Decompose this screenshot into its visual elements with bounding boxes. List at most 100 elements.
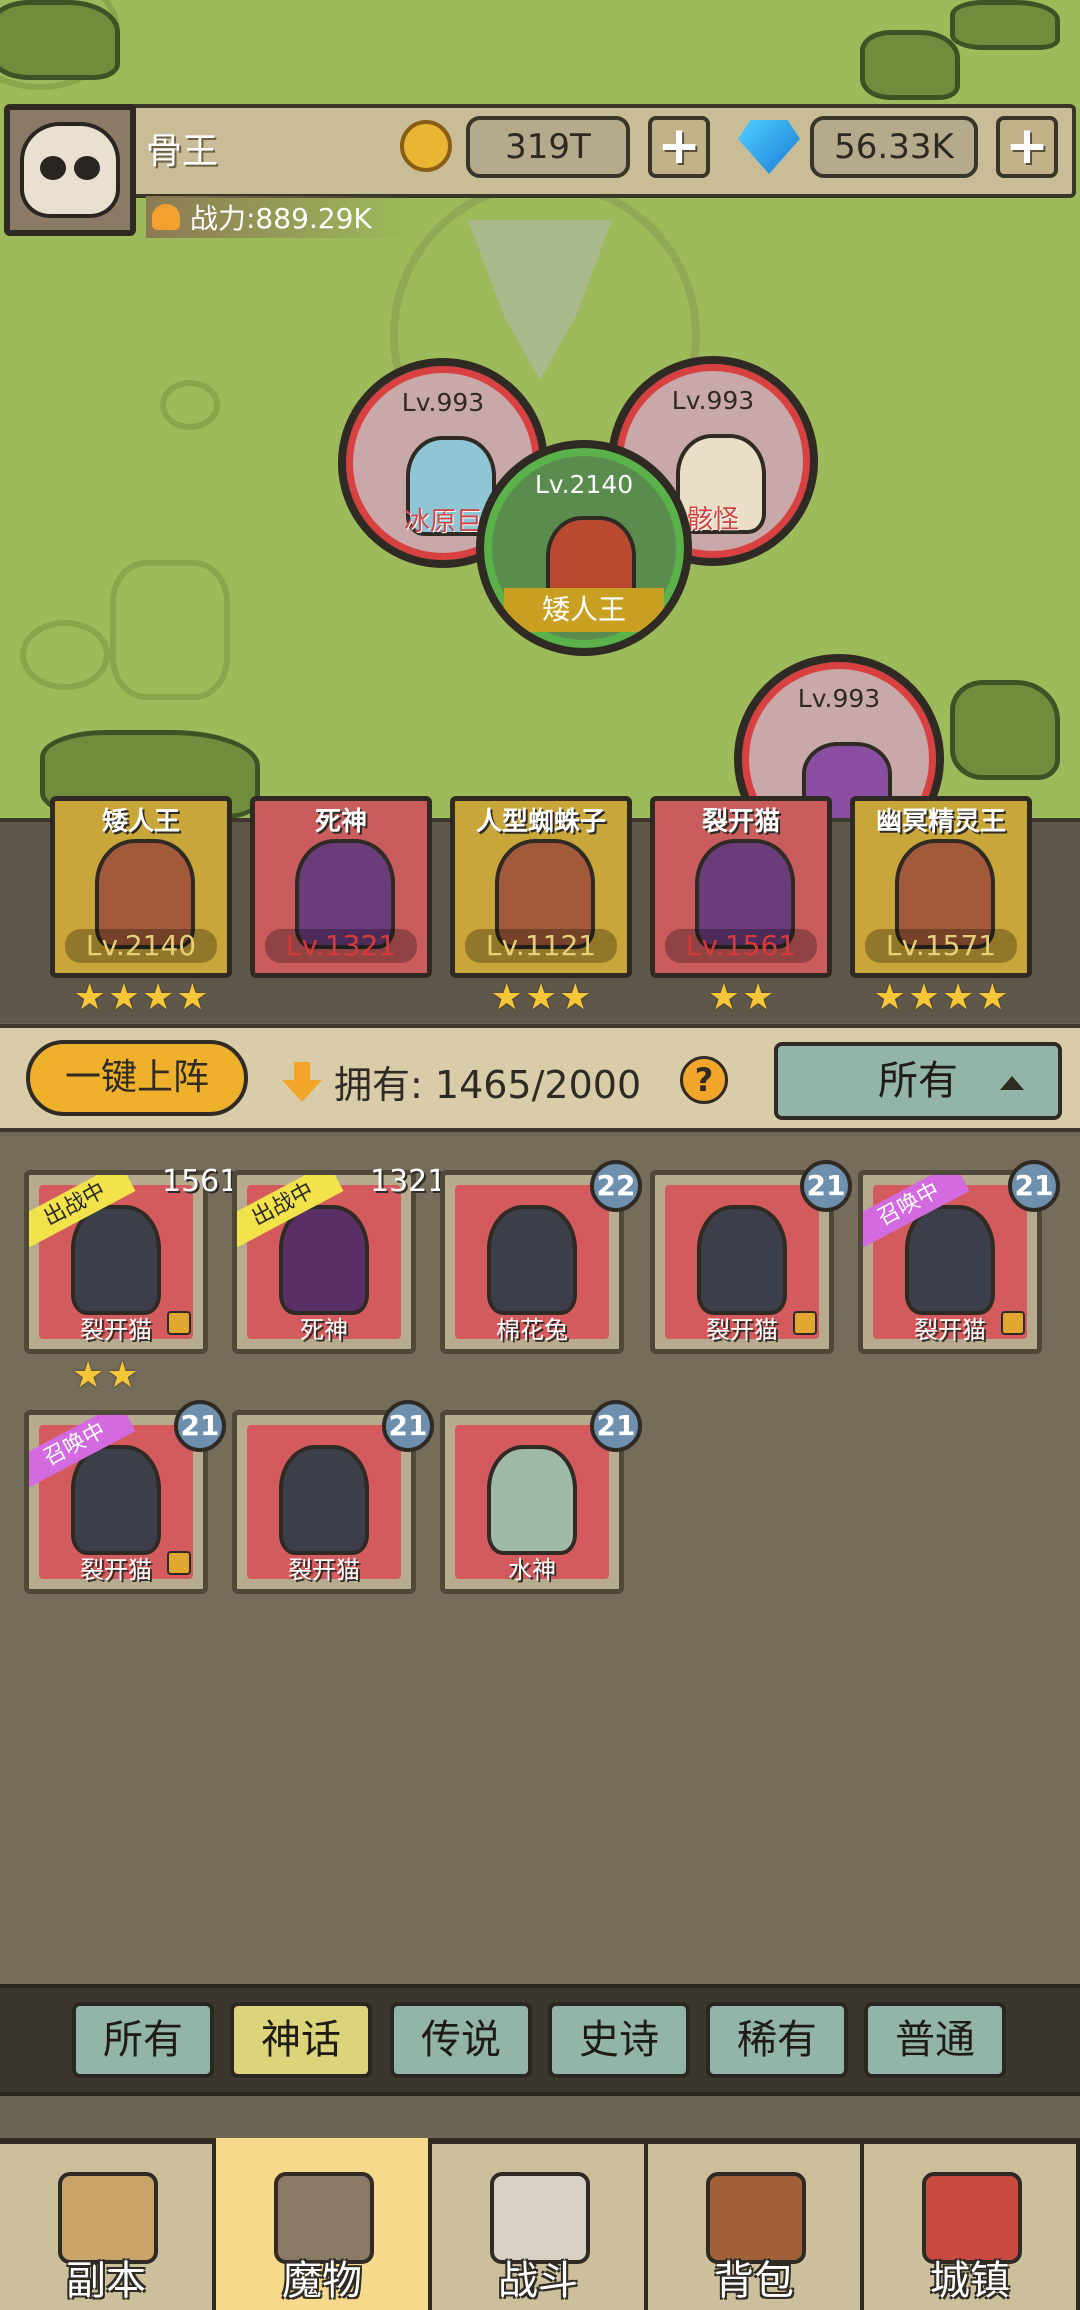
monster-name: 裂开猫 <box>288 1556 360 1584</box>
sort-dropdown[interactable]: 所有 <box>774 1042 1062 1120</box>
combat-power-text: 战力:889.29K <box>190 202 372 235</box>
rarity-tab[interactable]: 史诗 <box>548 2002 690 2078</box>
lock-icon <box>1001 1311 1025 1335</box>
star-rating: ★ ★ ★ <box>450 980 632 1016</box>
level-badge: 1321 <box>370 1164 447 1199</box>
team-slot-name: 矮人王 <box>101 807 180 837</box>
monster-portrait-icon <box>697 1205 787 1315</box>
monster-portrait-icon <box>279 1445 369 1555</box>
skull-icon <box>20 122 120 218</box>
star-icon: ★ <box>907 977 940 1018</box>
owned-value: 1465/2000 <box>434 1063 642 1107</box>
star-icon: ★ <box>873 977 906 1018</box>
rarity-tab[interactable]: 传说 <box>390 2002 532 2078</box>
game-screen: Lv.993 冰原巨 Lv.993 骸怪 Lv.2140 矮人王 Lv.993 … <box>0 0 1080 2310</box>
team-slot-name: 幽冥精灵王 <box>875 807 1006 837</box>
level-badge: 22 <box>590 1160 642 1212</box>
level-badge: 21 <box>174 1400 226 1452</box>
nav-label: 城镇 <box>930 2258 1010 2304</box>
nav-label: 战斗 <box>498 2258 578 2304</box>
star-icon: ★ <box>142 977 175 1018</box>
team-slot[interactable]: 裂开猫 Lv.1561 <box>650 796 832 978</box>
monster-portrait-icon <box>71 1445 161 1555</box>
star-icon: ★ <box>106 1355 139 1396</box>
team-slot-level: Lv.2140 <box>65 929 217 963</box>
level-badge: 21 <box>590 1400 642 1452</box>
star-icon: ★ <box>976 977 1009 1018</box>
player-node-level: Lv.2140 <box>534 470 634 499</box>
player-name: 骨王 <box>146 131 219 172</box>
level-badge: 21 <box>382 1400 434 1452</box>
nav-label: 背包 <box>714 2258 794 2304</box>
team-slot[interactable]: 死神 Lv.1321 <box>250 796 432 978</box>
nav-item[interactable]: 魔物 <box>216 2138 432 2310</box>
monster-portrait-icon <box>487 1445 577 1555</box>
team-slot[interactable]: 矮人王 Lv.2140 <box>50 796 232 978</box>
monster-name: 水神 <box>508 1556 556 1584</box>
monster-portrait-icon <box>487 1205 577 1315</box>
team-slot-level: Lv.1121 <box>465 929 617 963</box>
help-button[interactable]: ? <box>680 1056 728 1104</box>
rarity-tab[interactable]: 神话 <box>230 2002 372 2078</box>
team-slot-level: Lv.1571 <box>865 929 1017 963</box>
star-icon: ★ <box>559 977 592 1018</box>
star-icon: ★ <box>107 977 140 1018</box>
rarity-tab[interactable]: 稀有 <box>706 2002 848 2078</box>
team-slot[interactable]: 人型蜘蛛子 Lv.1121 <box>450 796 632 978</box>
nav-item[interactable]: 城镇 <box>864 2138 1080 2310</box>
nav-item[interactable]: 背包 <box>648 2138 864 2310</box>
sort-label: 所有 <box>878 1058 958 1104</box>
enemy-level: Lv.993 <box>671 386 755 415</box>
team-slot-level: Lv.1321 <box>265 929 417 963</box>
team-slot-level: Lv.1561 <box>665 929 817 963</box>
lock-icon <box>793 1311 817 1335</box>
level-badge: 21 <box>1008 1160 1060 1212</box>
lock-icon <box>167 1311 191 1335</box>
gold-coin-icon <box>400 120 452 172</box>
star-icon: ★ <box>176 977 209 1018</box>
team-slot-name: 裂开猫 <box>701 807 780 837</box>
star-icon: ★ <box>742 977 775 1018</box>
monster-name: 死神 <box>300 1316 348 1344</box>
star-icon: ★ <box>73 977 106 1018</box>
nav-item[interactable]: 战斗 <box>432 2138 648 2310</box>
enemy-level: Lv.993 <box>797 684 881 713</box>
monster-portrait-icon <box>279 1205 369 1315</box>
add-gold-button[interactable]: + <box>648 116 710 178</box>
monster-portrait-icon <box>905 1205 995 1315</box>
rarity-tab[interactable]: 普通 <box>864 2002 1006 2078</box>
star-icon: ★ <box>524 977 558 1018</box>
player-node-name: 矮人王 <box>504 588 664 632</box>
lock-icon <box>167 1551 191 1575</box>
combat-power: 战力:889.29K <box>146 196 412 238</box>
team-slot-name: 死神 <box>314 807 367 837</box>
level-badge: 21 <box>800 1160 852 1212</box>
nav-label: 魔物 <box>282 2258 362 2304</box>
star-rating: ★ ★ ★ ★ <box>850 980 1032 1016</box>
team-slot-name: 人型蜘蛛子 <box>475 807 606 837</box>
star-rating: ★ ★ ★ ★ <box>50 980 232 1016</box>
auto-deploy-button[interactable]: 一键上阵 <box>26 1040 248 1116</box>
monster-portrait-icon <box>71 1205 161 1315</box>
star-icon: ★ <box>942 977 975 1018</box>
gold-amount: 319T <box>466 116 630 178</box>
star-icon: ★ <box>707 977 740 1018</box>
owned-label: 拥有: <box>334 1063 423 1107</box>
star-rating: ★ ★ <box>72 1358 139 1394</box>
rarity-tab[interactable]: 所有 <box>72 2002 214 2078</box>
owned-count: 拥有: 1465/2000 <box>334 1054 641 1109</box>
caret-up-icon <box>1000 1076 1024 1090</box>
player-avatar[interactable] <box>4 104 136 236</box>
nav-label: 副本 <box>66 2258 146 2304</box>
team-slot[interactable]: 幽冥精灵王 Lv.1571 <box>850 796 1032 978</box>
player-node[interactable]: Lv.2140 矮人王 <box>476 440 692 656</box>
level-badge: 1561 <box>162 1164 239 1199</box>
add-gems-button[interactable]: + <box>996 116 1058 178</box>
star-icon: ★ <box>490 977 523 1018</box>
gem-amount: 56.33K <box>810 116 978 178</box>
star-rating: ★ ★ <box>650 980 832 1016</box>
fire-icon <box>152 204 180 230</box>
monster-name: 棉花兔 <box>496 1316 568 1344</box>
nav-item[interactable]: 副本 <box>0 2138 216 2310</box>
star-icon: ★ <box>72 1355 105 1396</box>
